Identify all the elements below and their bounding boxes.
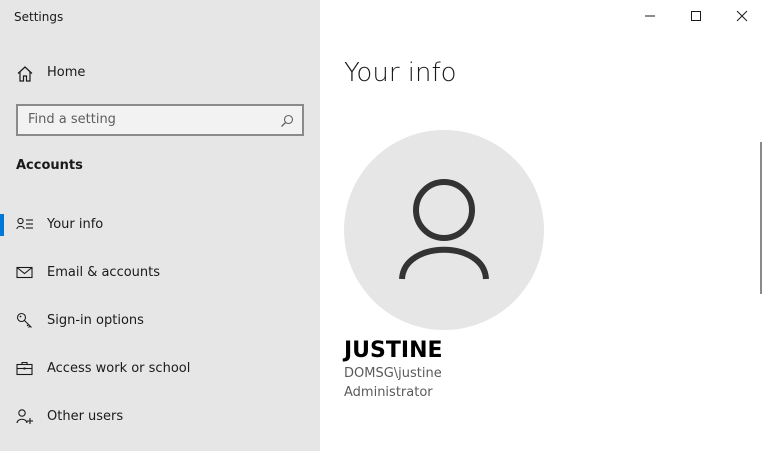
home-label: Home bbox=[47, 65, 86, 80]
sidebar-item-label: Email & accounts bbox=[47, 265, 161, 280]
minimize-button[interactable] bbox=[627, 0, 673, 32]
minimize-icon bbox=[645, 15, 655, 17]
mail-icon bbox=[16, 264, 34, 282]
sidebar-item-label: Sign-in options bbox=[47, 313, 144, 328]
user-silhouette-icon bbox=[399, 179, 489, 280]
search-input[interactable]: Find a setting bbox=[16, 104, 304, 136]
scrollbar[interactable] bbox=[760, 142, 762, 294]
briefcase-icon bbox=[16, 360, 34, 378]
avatar[interactable] bbox=[344, 130, 544, 330]
sidebar: Settings Home Find a setting Accounts Yo… bbox=[0, 0, 320, 451]
section-title: Accounts bbox=[16, 158, 83, 173]
sidebar-item-home[interactable]: Home bbox=[0, 55, 320, 91]
app-title: Settings bbox=[14, 10, 64, 24]
sidebar-item-access-work-school[interactable]: Access work or school bbox=[0, 349, 320, 389]
sidebar-item-label: Access work or school bbox=[47, 361, 191, 376]
user-name: JUSTINE bbox=[344, 338, 443, 363]
close-button[interactable] bbox=[719, 0, 765, 32]
close-icon bbox=[736, 10, 748, 22]
page-title: Your info bbox=[344, 58, 457, 88]
sidebar-item-label: Your info bbox=[47, 217, 104, 232]
sidebar-item-your-info[interactable]: Your info bbox=[0, 205, 320, 245]
settings-window: Settings Home Find a setting Accounts Yo… bbox=[0, 0, 765, 451]
search-icon[interactable] bbox=[280, 113, 294, 127]
maximize-icon bbox=[691, 11, 701, 21]
contact-info-icon bbox=[16, 216, 34, 234]
add-user-icon bbox=[16, 408, 34, 426]
sidebar-item-other-users[interactable]: Other users bbox=[0, 397, 320, 437]
sidebar-item-label: Other users bbox=[47, 409, 124, 424]
sidebar-item-sign-in-options[interactable]: Sign-in options bbox=[0, 301, 320, 341]
maximize-button[interactable] bbox=[673, 0, 719, 32]
sidebar-item-email-accounts[interactable]: Email & accounts bbox=[0, 253, 320, 293]
main-content: Your info JUSTINE DOMSG\justine Administ… bbox=[320, 0, 765, 451]
user-account: DOMSG\justine bbox=[344, 366, 442, 381]
user-role: Administrator bbox=[344, 385, 433, 400]
home-icon bbox=[16, 65, 34, 83]
search-placeholder: Find a setting bbox=[28, 112, 116, 127]
selected-indicator bbox=[0, 214, 4, 236]
key-icon bbox=[16, 312, 34, 330]
